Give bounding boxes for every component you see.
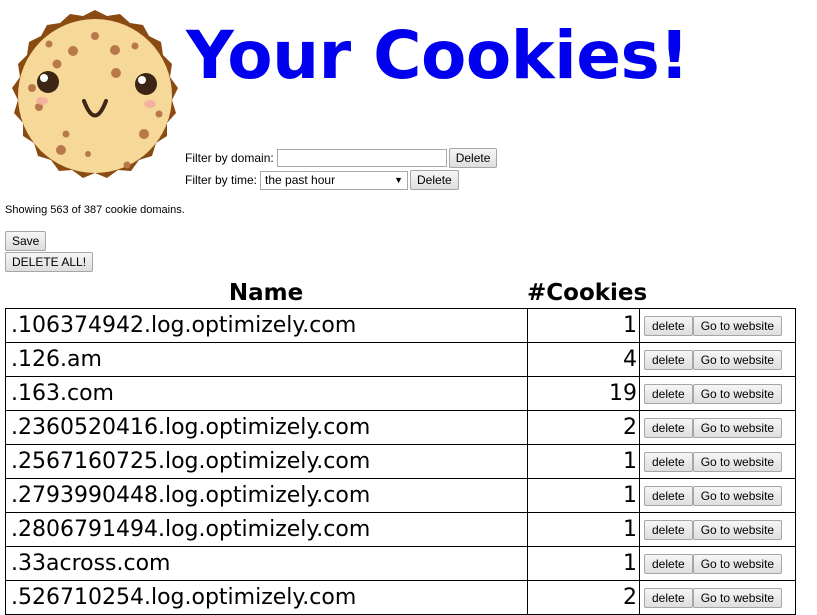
page-title: Your Cookies! xyxy=(186,17,689,94)
row-delete-button[interactable]: delete xyxy=(644,553,693,574)
row-actions: delete Go to website xyxy=(639,342,796,377)
table-row: .526710254.log.optimizely.com 2 delete Go t… xyxy=(5,580,796,615)
cookie-table: .106374942.log.optimizely.com 1 delete Go t… xyxy=(5,308,796,615)
cookie-domain-name: .33across.com xyxy=(5,546,528,581)
cookie-domain-name: .2806791494.log.optimizely.com xyxy=(5,512,528,547)
row-delete-button[interactable]: delete xyxy=(644,519,693,540)
cookie-count: 1 xyxy=(527,444,640,479)
go-to-website-button[interactable]: Go to website xyxy=(692,349,783,370)
column-header-count: #Cookies xyxy=(527,280,648,306)
row-delete-button[interactable]: delete xyxy=(644,349,693,370)
go-to-website-button[interactable]: Go to website xyxy=(692,315,783,336)
table-row: .106374942.log.optimizely.com 1 delete Go t… xyxy=(5,308,796,343)
row-actions: delete Go to website xyxy=(639,478,796,513)
cookie-count: 4 xyxy=(527,342,640,377)
go-to-website-button[interactable]: Go to website xyxy=(692,451,783,472)
cookie-domain-name: .163.com xyxy=(5,376,528,411)
go-to-website-button[interactable]: Go to website xyxy=(692,485,783,506)
row-actions: delete Go to website xyxy=(639,444,796,479)
time-filter-selected: the past hour xyxy=(265,173,336,187)
cookie-domain-name: .2567160725.log.optimizely.com xyxy=(5,444,528,479)
row-actions: delete Go to website xyxy=(639,410,796,445)
cookie-count: 1 xyxy=(527,478,640,513)
time-filter-label: Filter by time: xyxy=(185,173,258,187)
cookie-domain-name: .526710254.log.optimizely.com xyxy=(5,580,528,615)
row-delete-button[interactable]: delete xyxy=(644,485,693,506)
table-header: Name #Cookies xyxy=(5,279,795,307)
table-row: .2793990448.log.optimizely.com 1 delete Go … xyxy=(5,478,796,513)
row-delete-button[interactable]: delete xyxy=(644,383,693,404)
row-delete-button[interactable]: delete xyxy=(644,315,693,336)
row-actions: delete Go to website xyxy=(639,512,796,547)
cookie-count: 2 xyxy=(527,410,640,445)
status-text: Showing 563 of 387 cookie domains. xyxy=(5,204,185,216)
delete-all-button[interactable]: DELETE ALL! xyxy=(5,252,94,272)
cookie-logo xyxy=(12,10,178,178)
table-row: .2360520416.log.optimizely.com 2 delete Go … xyxy=(5,410,796,445)
table-row: .163.com 19 delete Go to website xyxy=(5,376,796,411)
domain-filter-row: Filter by domain: Delete xyxy=(185,148,498,168)
cookie-domain-name: .126.am xyxy=(5,342,528,377)
table-row: .126.am 4 delete Go to website xyxy=(5,342,796,377)
cookie-domain-name: .2793990448.log.optimizely.com xyxy=(5,478,528,513)
table-row: .2806791494.log.optimizely.com 1 delete Go … xyxy=(5,512,796,547)
cookie-count: 1 xyxy=(527,512,640,547)
row-actions: delete Go to website xyxy=(639,308,796,343)
time-filter-row: Filter by time: the past hour ▼ Delete xyxy=(185,170,459,190)
row-actions: delete Go to website xyxy=(639,546,796,581)
time-filter-select[interactable]: the past hour ▼ xyxy=(260,170,409,190)
cookie-count: 1 xyxy=(527,546,640,581)
cookie-domain-name: .2360520416.log.optimizely.com xyxy=(5,410,528,445)
save-button[interactable]: Save xyxy=(5,231,47,251)
go-to-website-button[interactable]: Go to website xyxy=(692,519,783,540)
row-delete-button[interactable]: delete xyxy=(644,417,693,438)
cookie-count: 19 xyxy=(527,376,640,411)
go-to-website-button[interactable]: Go to website xyxy=(692,417,783,438)
table-row: .2567160725.log.optimizely.com 1 delete Go … xyxy=(5,444,796,479)
go-to-website-button[interactable]: Go to website xyxy=(692,553,783,574)
cookie-count: 1 xyxy=(527,308,640,343)
row-actions: delete Go to website xyxy=(639,376,796,411)
cookie-domain-name: .106374942.log.optimizely.com xyxy=(5,308,528,343)
row-delete-button[interactable]: delete xyxy=(644,451,693,472)
table-row: .33across.com 1 delete Go to website xyxy=(5,546,796,581)
domain-delete-button[interactable]: Delete xyxy=(448,148,498,168)
cookie-count: 2 xyxy=(527,580,640,615)
chevron-down-icon: ▼ xyxy=(394,175,404,185)
domain-filter-label: Filter by domain: xyxy=(185,151,274,165)
go-to-website-button[interactable]: Go to website xyxy=(692,383,783,404)
column-header-name: Name xyxy=(228,280,304,306)
time-delete-button[interactable]: Delete xyxy=(410,170,459,190)
domain-filter-input[interactable] xyxy=(276,149,447,167)
row-actions: delete Go to website xyxy=(639,580,796,615)
